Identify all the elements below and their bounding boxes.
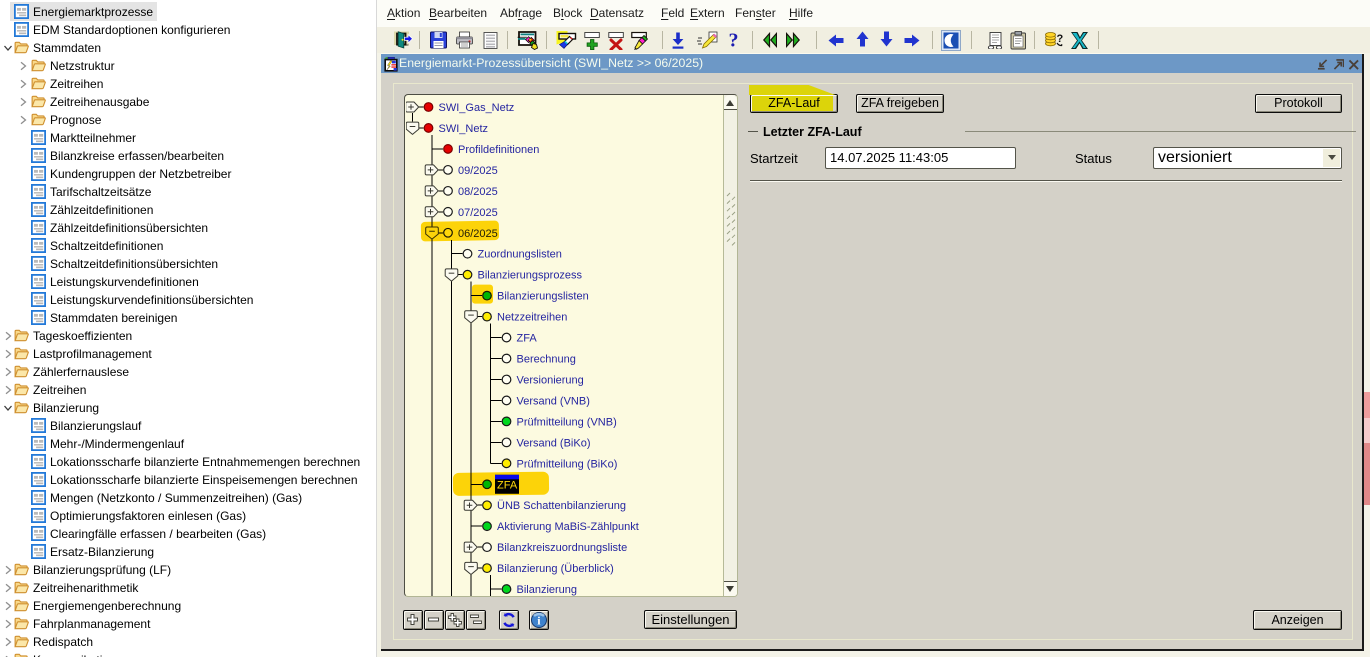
svg-text:Berechnung: Berechnung — [516, 354, 575, 366]
svg-text:Zuordnungslisten: Zuordnungslisten — [477, 249, 561, 261]
svg-text:Aktivierung MaBiS-Zählpunkt: Aktivierung MaBiS-Zählpunkt — [497, 521, 639, 533]
svg-text:Prüfmitteilung (VNB): Prüfmitteilung (VNB) — [516, 416, 616, 428]
svg-text:Bilanzierung: Bilanzierung — [516, 584, 577, 596]
svg-text:07/2025: 07/2025 — [458, 207, 498, 219]
svg-text:SWI_Gas_Netz: SWI_Gas_Netz — [438, 102, 514, 114]
svg-text:?: ? — [729, 30, 739, 52]
svg-text:Versionierung: Versionierung — [516, 374, 583, 386]
svg-text:ZFA: ZFA — [516, 333, 537, 345]
svg-text:Prüfmitteilung (BiKo): Prüfmitteilung (BiKo) — [516, 458, 617, 470]
svg-text:Netzzeitreihen: Netzzeitreihen — [497, 312, 567, 324]
svg-text:Versand (VNB): Versand (VNB) — [516, 395, 589, 407]
svg-text:Profildefinitionen: Profildefinitionen — [458, 144, 539, 156]
svg-text:Versand (BiKo): Versand (BiKo) — [516, 437, 590, 449]
svg-text:Bilanzierung (Überblick): Bilanzierung (Überblick) — [497, 563, 614, 575]
svg-text:09/2025: 09/2025 — [458, 165, 498, 177]
svg-text:Bilanzkreiszuordnungsliste: Bilanzkreiszuordnungsliste — [497, 542, 627, 554]
svg-text:SWI_Netz: SWI_Netz — [438, 123, 488, 135]
svg-text:08/2025: 08/2025 — [458, 186, 498, 198]
svg-text:Bilanzierungslisten: Bilanzierungslisten — [497, 291, 589, 303]
svg-text:ÜNB Schattenbilanzierung: ÜNB Schattenbilanzierung — [497, 500, 626, 512]
svg-text:Bilanzierungsprozess: Bilanzierungsprozess — [477, 270, 582, 282]
